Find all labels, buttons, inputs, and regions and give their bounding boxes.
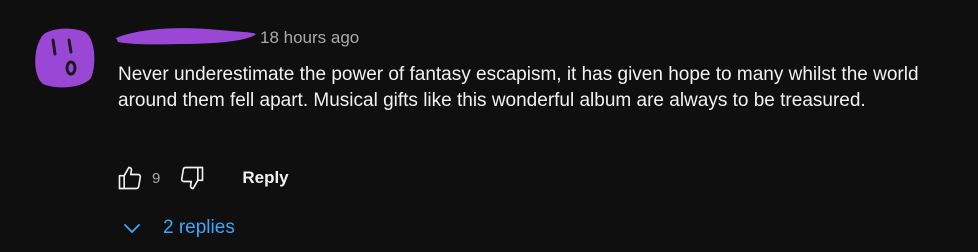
comment-text: Never underestimate the power of fantasy… — [118, 64, 919, 111]
view-replies-button[interactable]: 2 replies — [118, 212, 235, 244]
thumbs-down-icon — [181, 166, 204, 190]
thumbs-up-icon — [118, 166, 142, 190]
like-button[interactable] — [112, 160, 148, 196]
chevron-down-icon — [118, 214, 146, 242]
comment-timestamp[interactable]: 18 hours ago — [260, 28, 359, 48]
dislike-button[interactable] — [174, 160, 210, 196]
avatar[interactable] — [31, 24, 97, 90]
author-name-redacted — [110, 22, 260, 50]
like-count: 9 — [152, 169, 161, 187]
reply-button[interactable]: Reply — [242, 168, 288, 188]
comment-actions: 9 Reply — [112, 160, 289, 196]
replies-count-label: 2 replies — [163, 217, 235, 238]
